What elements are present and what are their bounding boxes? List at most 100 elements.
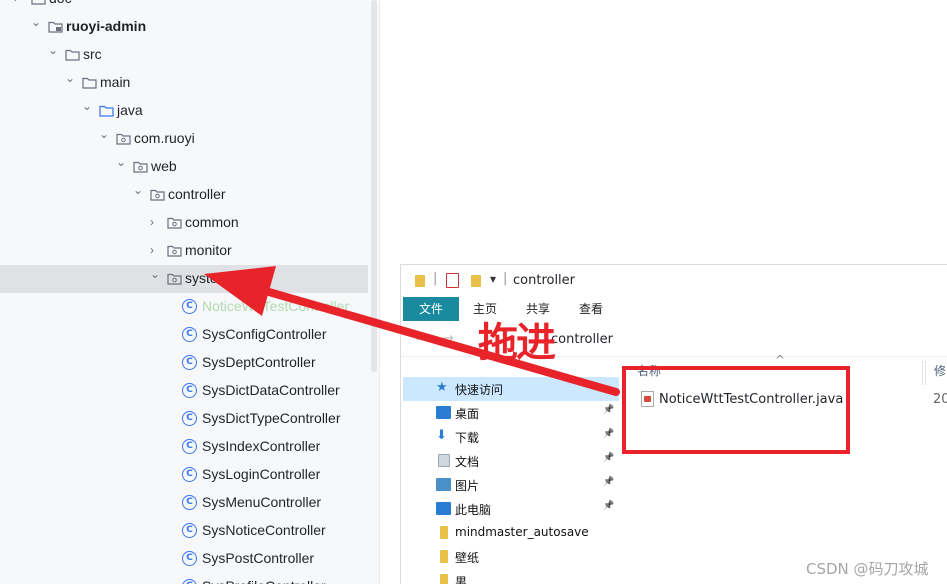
pin-icon[interactable]: 📌 (603, 453, 614, 463)
download-icon: ⬇ (436, 428, 447, 443)
java-class-icon: C (182, 355, 197, 370)
package-folder-icon (116, 133, 131, 145)
title-separator-2: | (503, 271, 508, 286)
nav-item[interactable]: 文档 📌 (403, 449, 619, 473)
chevron-down-icon[interactable]: ⌄ (116, 155, 128, 169)
tab-view[interactable]: 查看 (569, 297, 613, 321)
document-icon (438, 454, 450, 467)
tree-folder-item[interactable]: › doc (0, 0, 368, 13)
tree-class-item[interactable]: C SysDeptController (0, 349, 368, 377)
file-modified: 20 (933, 392, 947, 407)
folder-icon (440, 550, 448, 563)
nav-item-label: 快速访问 (455, 383, 504, 397)
chevron-right-icon[interactable]: › (150, 215, 162, 229)
chevron-down-icon[interactable]: ⌄ (99, 127, 111, 141)
title-separator: | (433, 271, 438, 286)
chevron-down-icon[interactable]: ⌄ (133, 183, 145, 197)
java-class-icon: C (182, 579, 197, 584)
pin-icon[interactable]: 📌 (603, 501, 614, 511)
nav-item[interactable]: 此电脑 📌 (403, 497, 619, 521)
java-class-icon: C (182, 523, 197, 538)
address-path[interactable]: controller (551, 332, 613, 347)
back-button[interactable]: ← (415, 331, 426, 346)
folder-icon (440, 574, 448, 584)
tree-class-item[interactable]: C SysProfileController (0, 573, 368, 584)
tree-folder-item[interactable]: ⌄ java (0, 97, 368, 125)
module-folder-icon (48, 21, 63, 33)
tree-class-item[interactable]: C SysDictTypeController (0, 405, 368, 433)
tree-class-item[interactable]: C SysNoticeController (0, 517, 368, 545)
pin-icon[interactable]: 📌 (603, 405, 614, 415)
tree-folder-item[interactable]: ⌄ main (0, 69, 368, 97)
tree-class-item[interactable]: C SysMenuController (0, 489, 368, 517)
package-folder-icon (167, 273, 182, 285)
chevron-down-icon[interactable]: ⌄ (82, 99, 94, 113)
picture-icon (436, 478, 451, 491)
nav-item[interactable]: mindmaster_autosave (403, 521, 619, 545)
tree-class-item[interactable]: C NoticeWttTestController (0, 293, 368, 321)
project-tree-panel: › doc ⌄ ruoyi-admin ⌄ src ⌄ main ⌄ java ⌄ com.ruoyi… (0, 0, 380, 584)
tree-class-item[interactable]: C SysDictDataController (0, 377, 368, 405)
tree-item-label: SysPostController (202, 550, 315, 566)
watermark: CSDN @码刀攻城 (806, 560, 929, 578)
tree-item-label: SysIndexController (202, 438, 321, 454)
tree-item-label: SysConfigController (202, 326, 327, 342)
tree-class-item[interactable]: C SysLoginController (0, 461, 368, 489)
tree-folder-item[interactable]: ⌄ web (0, 153, 368, 181)
new-folder-icon[interactable] (471, 275, 481, 287)
nav-item[interactable]: 男 (403, 569, 619, 584)
properties-icon[interactable] (446, 273, 459, 288)
chevron-down-icon[interactable]: ⌄ (31, 15, 43, 29)
forward-button[interactable]: → (443, 331, 454, 346)
java-class-icon: C (182, 299, 197, 314)
column-header-modified[interactable]: 修 (925, 361, 947, 385)
nav-item[interactable]: ⬇ 下载 📌 (403, 425, 619, 449)
tree-folder-item[interactable]: ⌄ ruoyi-admin (0, 13, 368, 41)
nav-item-label: 壁纸 (455, 551, 480, 565)
pin-icon[interactable]: 📌 (603, 429, 614, 439)
tree-item-label: com.ruoyi (134, 130, 195, 146)
column-header-modified-label: 修 (934, 364, 947, 378)
chevron-down-icon[interactable]: ⌄ (65, 71, 77, 85)
tree-item-label: java (117, 102, 143, 118)
nav-item[interactable]: 壁纸 (403, 545, 619, 569)
tree-folder-item[interactable]: ⌄ system (0, 265, 368, 293)
java-class-icon: C (182, 411, 197, 426)
folder-icon (440, 526, 448, 539)
tree-item-label: SysMenuController (202, 494, 322, 510)
tree-scrollbar[interactable] (371, 0, 377, 372)
nav-item-label: 下载 (455, 431, 480, 445)
tree-item-label: main (100, 74, 131, 90)
tree-item-label: SysDictTypeController (202, 410, 341, 426)
tree-folder-item[interactable]: ⌄ com.ruoyi (0, 125, 368, 153)
chevron-down-icon[interactable]: ⌄ (150, 267, 162, 281)
computer-icon (436, 502, 451, 515)
star-icon: ★ (436, 380, 448, 395)
java-class-icon: C (182, 327, 197, 342)
nav-item[interactable]: 图片 📌 (403, 473, 619, 497)
panel-divider[interactable] (379, 0, 380, 584)
tab-file[interactable]: 文件 (403, 297, 459, 321)
tree-class-item[interactable]: C SysPostController (0, 545, 368, 573)
tree-folder-item[interactable]: ⌄ controller (0, 181, 368, 209)
chevron-down-icon[interactable]: ⌄ (48, 43, 60, 57)
pin-icon[interactable]: 📌 (603, 477, 614, 487)
tree-folder-item[interactable]: › common (0, 209, 368, 237)
nav-item[interactable]: 桌面 📌 (403, 401, 619, 425)
tree-item-label: system (185, 270, 230, 286)
nav-item-label: 桌面 (455, 407, 480, 421)
tree-item-label: SysNoticeController (202, 522, 326, 538)
nav-item[interactable]: ★ 快速访问 (403, 377, 619, 401)
window-title: controller (513, 273, 576, 288)
tree-class-item[interactable]: C SysIndexController (0, 433, 368, 461)
tree-item-label: doc (49, 0, 72, 6)
tree-folder-item[interactable]: › monitor (0, 237, 368, 265)
tree-item-label: SysProfileController (202, 578, 326, 584)
quick-access-toolbar-dropdown[interactable]: ▾ (490, 272, 496, 286)
navigation-pane: ★ 快速访问 桌面 📌 ⬇ 下载 📌 文档 📌 图片 📌 此电脑 📌 mindmaster_autosav… (401, 369, 623, 584)
chevron-right-icon[interactable]: › (14, 0, 26, 5)
tree-class-item[interactable]: C SysConfigController (0, 321, 368, 349)
tree-folder-item[interactable]: ⌄ src (0, 41, 368, 69)
java-class-icon: C (182, 467, 197, 482)
chevron-right-icon[interactable]: › (150, 243, 162, 257)
